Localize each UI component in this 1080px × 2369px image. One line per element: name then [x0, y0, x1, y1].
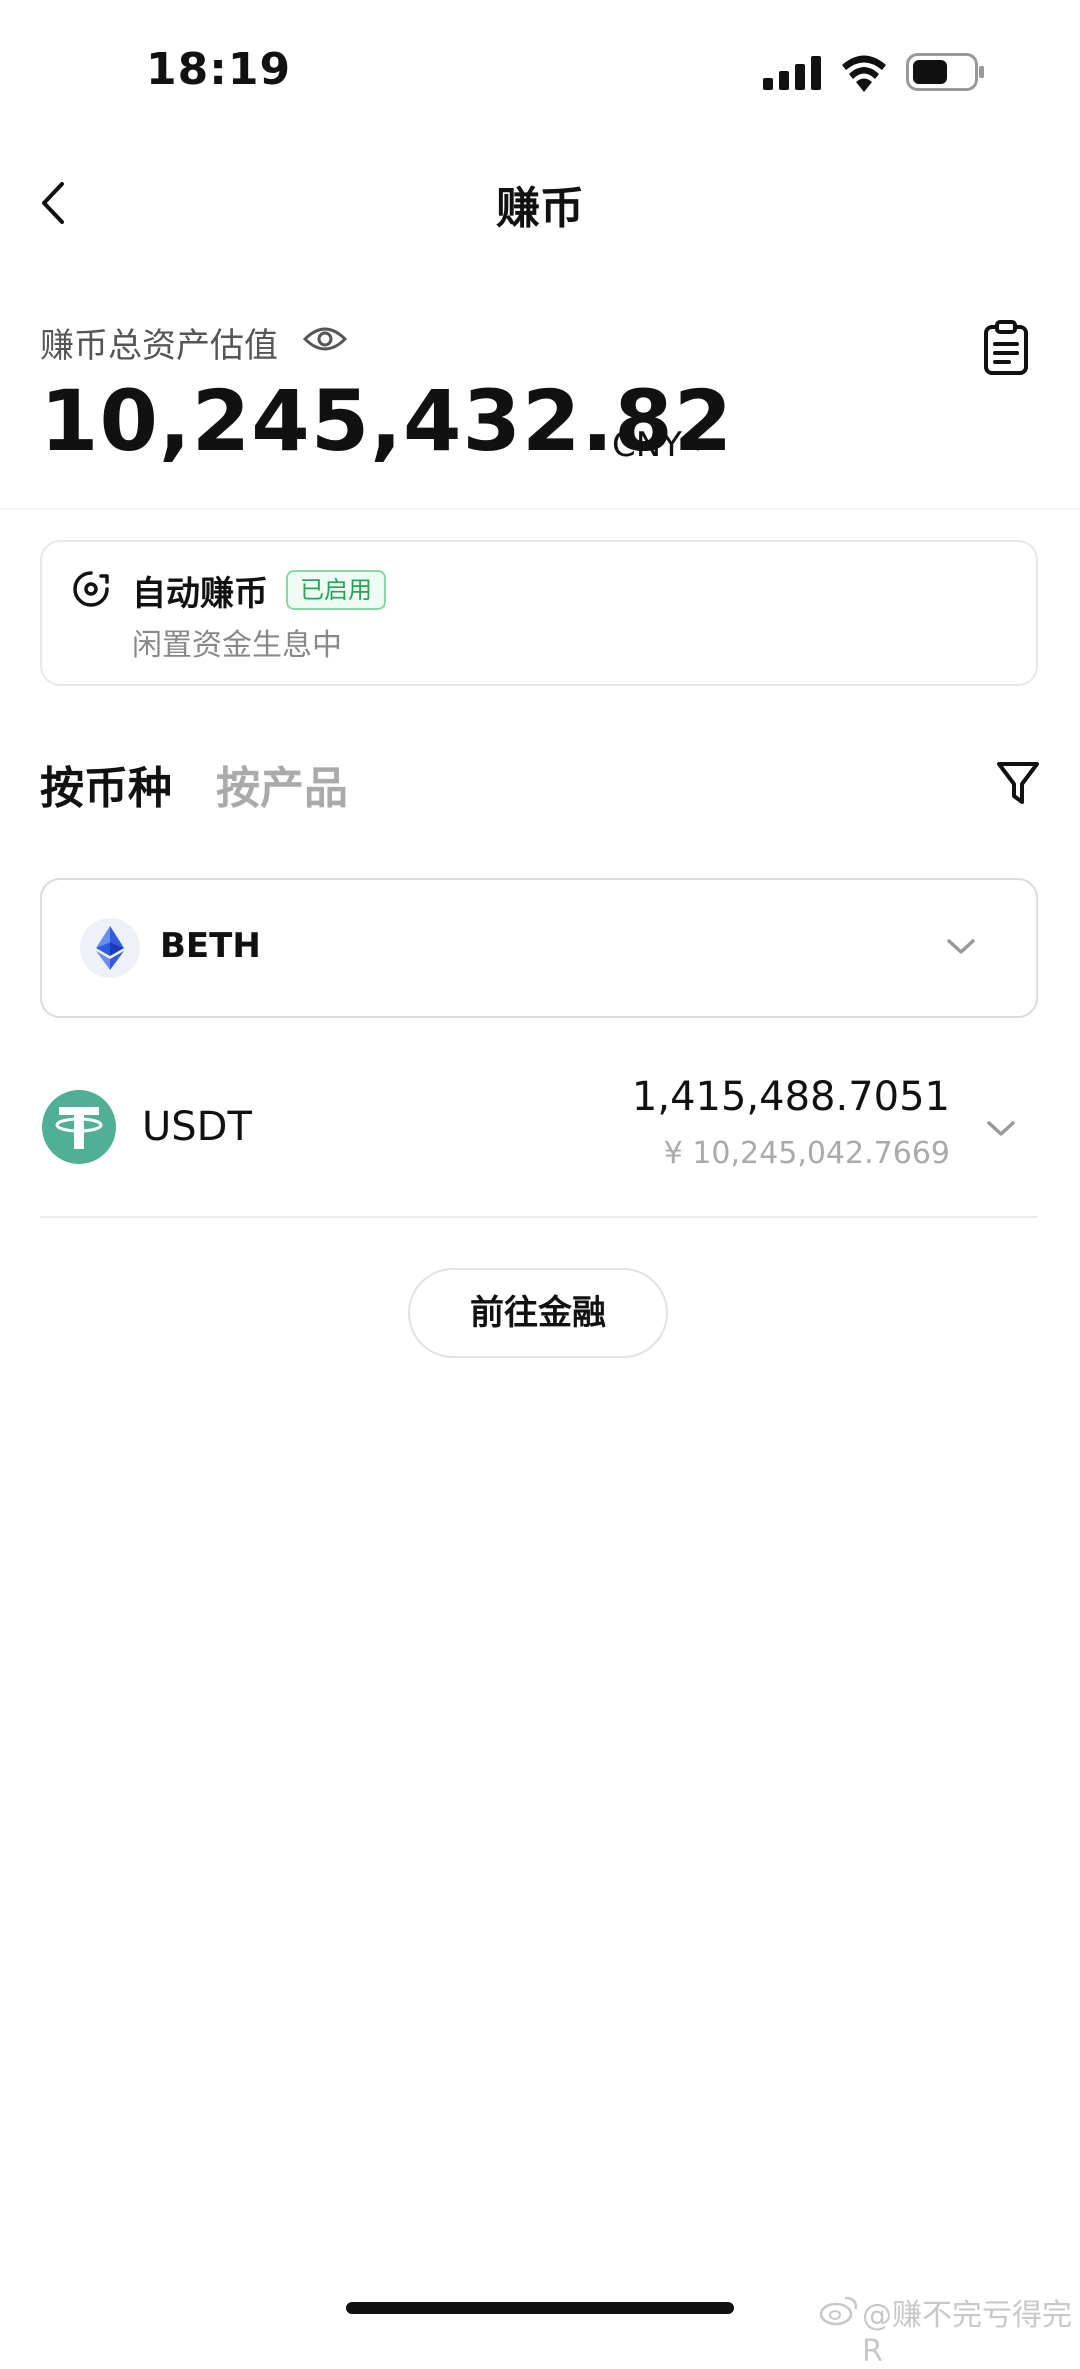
battery-icon: [906, 53, 984, 91]
auto-earn-subtitle: 闲置资金生息中: [132, 628, 342, 663]
clipboard-icon[interactable]: [983, 320, 1029, 376]
holding-cny-value: ¥ 10,245,042.7669: [663, 1136, 950, 1171]
tether-icon: [42, 1090, 116, 1164]
eye-icon[interactable]: [302, 322, 348, 356]
caret-down-icon[interactable]: [690, 441, 706, 451]
chevron-down-icon[interactable]: [986, 1120, 1016, 1138]
currency-selector[interactable]: CNY: [612, 425, 682, 465]
tab-by-coin[interactable]: 按币种: [40, 752, 172, 816]
status-badge: 已启用: [286, 570, 386, 610]
auto-earn-icon: [73, 571, 109, 607]
tab-by-product[interactable]: 按产品: [216, 752, 348, 816]
weibo-icon: [819, 2296, 858, 2326]
holding-symbol: USDT: [142, 1104, 252, 1150]
goto-finance-button[interactable]: 前往金融: [408, 1268, 668, 1358]
wifi-icon: [842, 55, 886, 92]
filter-icon[interactable]: [996, 760, 1040, 808]
assets-label: 赚币总资产估值: [40, 326, 278, 366]
holding-amount: 1,415,488.7051: [631, 1074, 950, 1120]
status-time: 18:19: [146, 44, 292, 95]
ethereum-icon: [96, 926, 124, 970]
watermark: @赚不完亏得完R: [862, 2298, 1072, 2369]
chevron-down-icon[interactable]: [946, 938, 976, 956]
signal-icon: [763, 56, 821, 90]
page-title: 赚币: [496, 183, 584, 234]
auto-earn-title: 自动赚币: [132, 574, 268, 614]
home-indicator[interactable]: [346, 2302, 734, 2314]
divider: [0, 508, 1080, 510]
selected-coin-label: BETH: [160, 926, 261, 966]
divider: [40, 1216, 1038, 1218]
